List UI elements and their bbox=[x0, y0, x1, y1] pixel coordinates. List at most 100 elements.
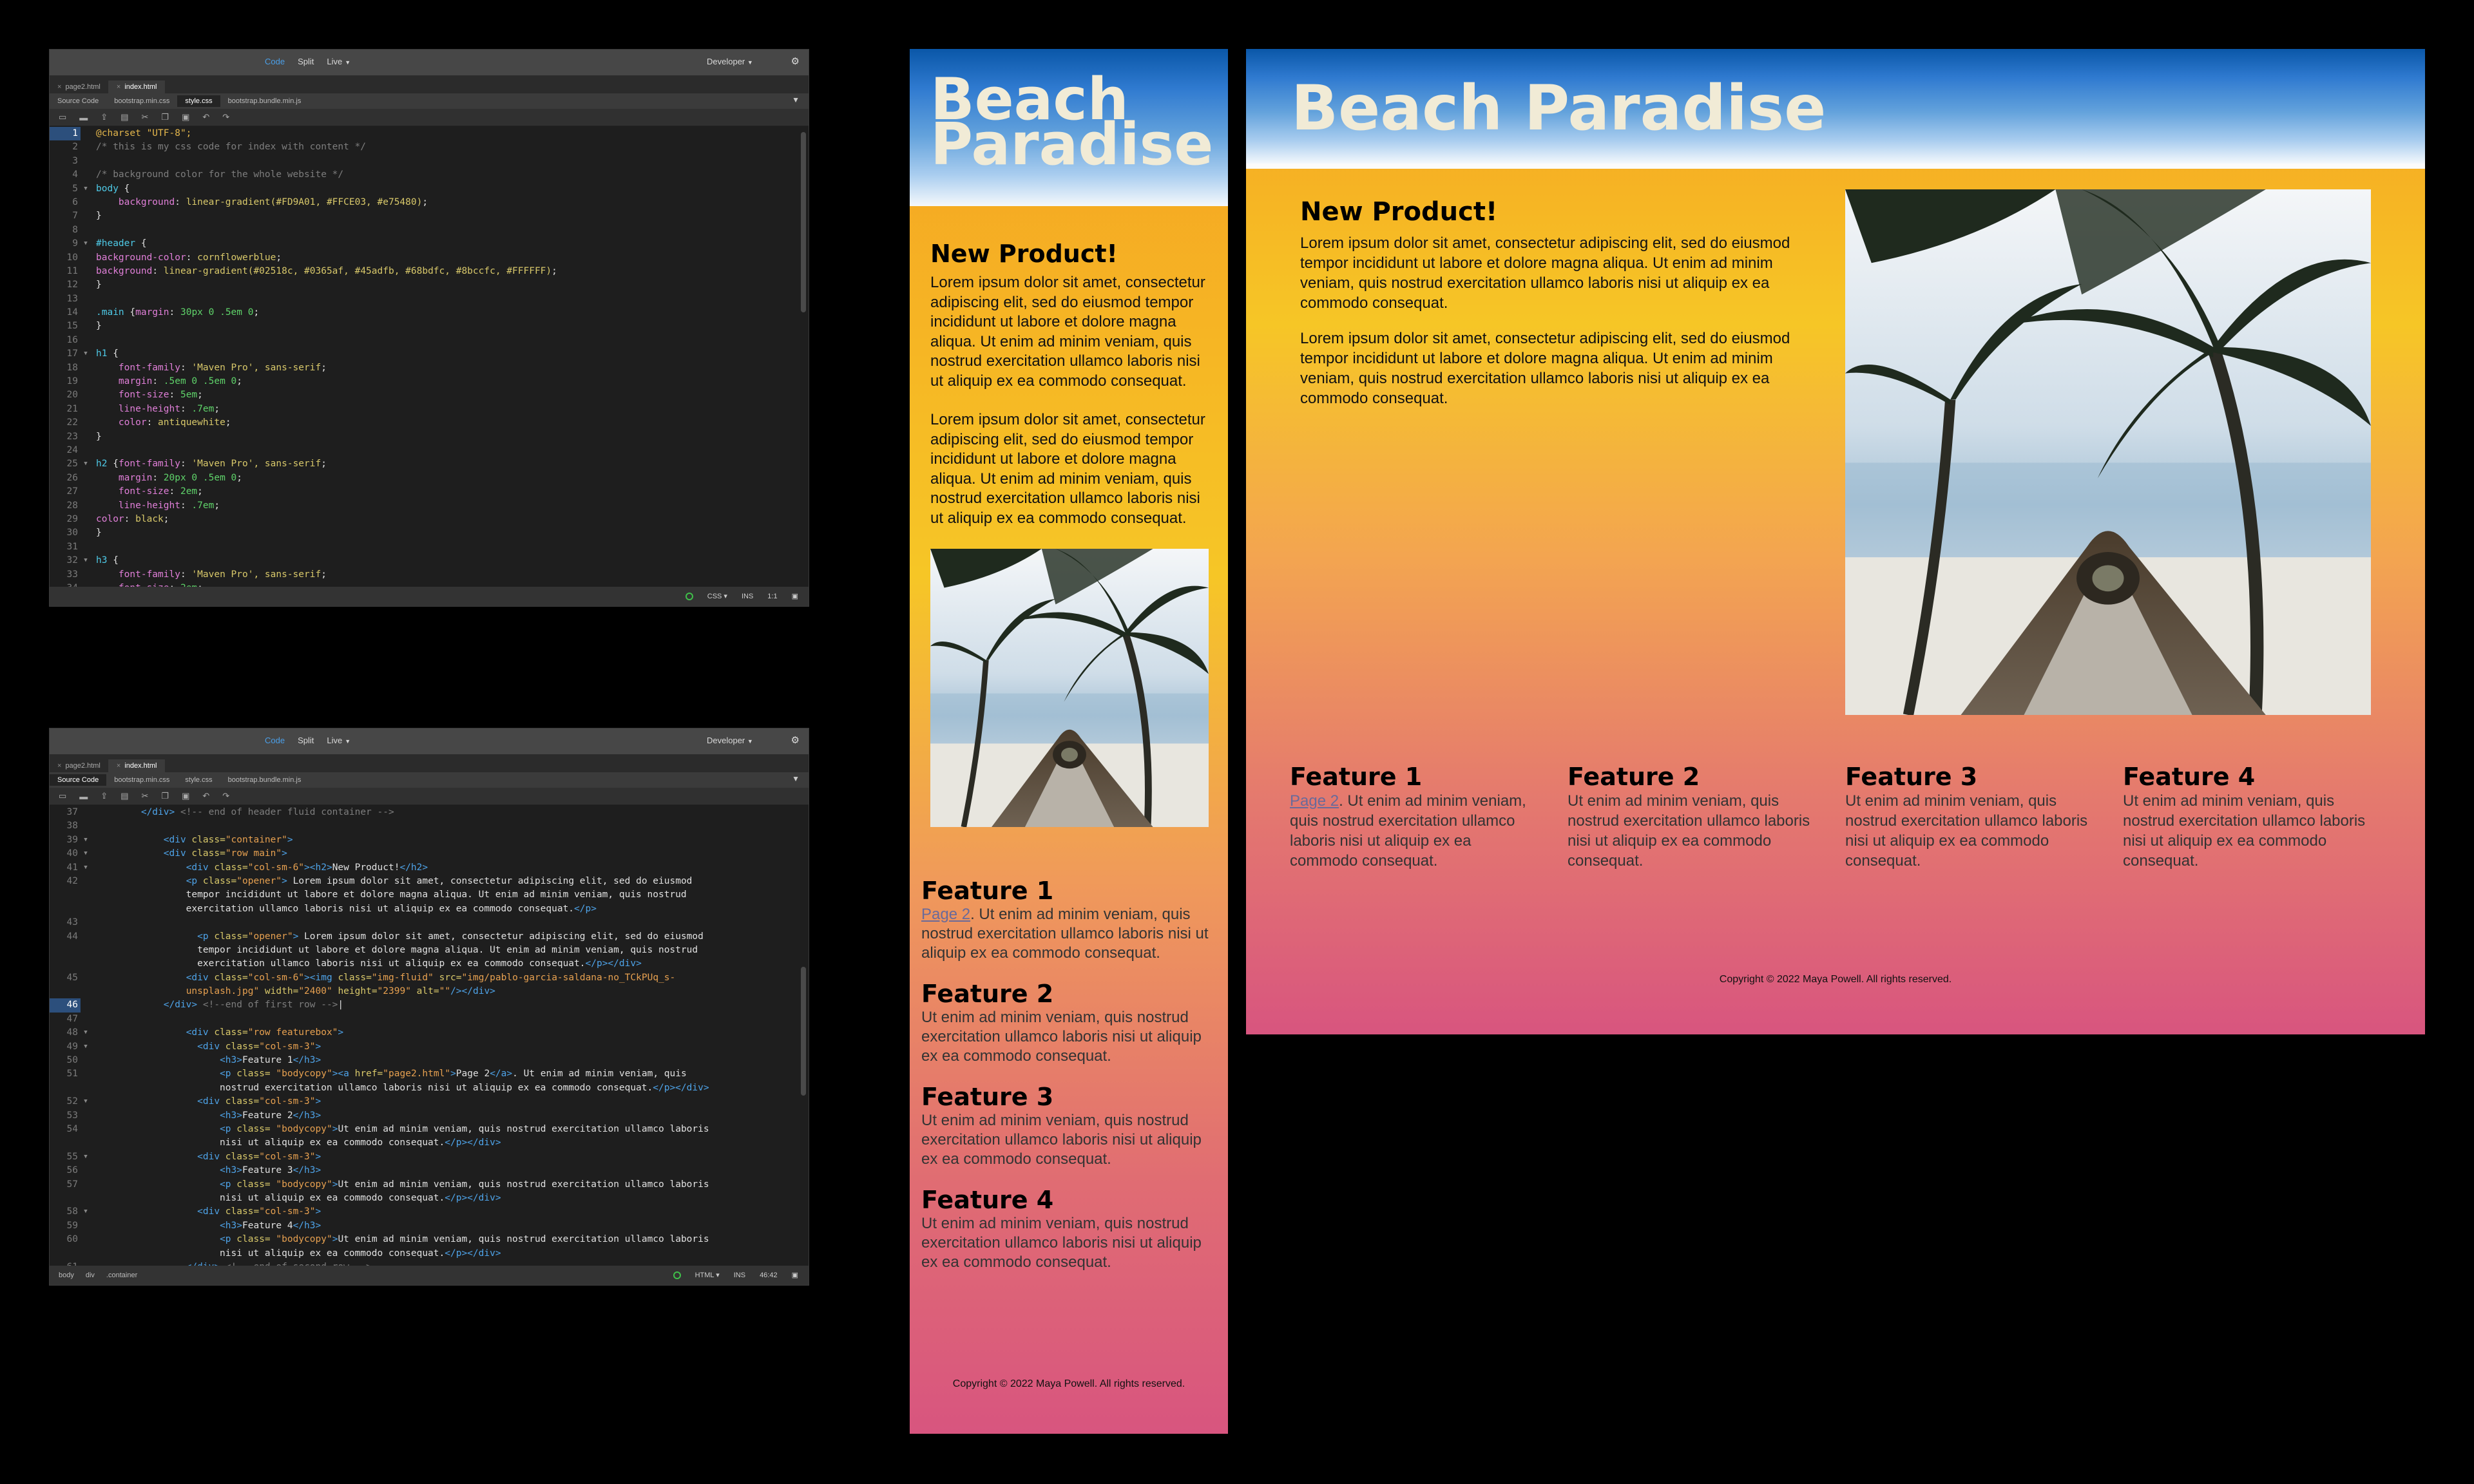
code-line[interactable]: 46 </div> <!--end of first row -->| bbox=[50, 998, 809, 1013]
code-line[interactable]: 4 /* background color for the whole websi… bbox=[50, 168, 809, 182]
code-line[interactable]: 7} bbox=[50, 209, 809, 223]
code-line[interactable]: 21 line-height: .7em; bbox=[50, 403, 809, 416]
code-line[interactable]: 49 ▼ <div class="col-sm-3"> bbox=[50, 1040, 809, 1054]
open-folder-icon[interactable]: ▬ bbox=[79, 113, 88, 122]
code-line[interactable]: 1 @charset "UTF-8"; bbox=[50, 127, 809, 141]
preview-icon[interactable]: ▣ bbox=[792, 592, 798, 600]
tag-selector-body[interactable]: body bbox=[59, 1271, 74, 1279]
code-line[interactable]: 61 </div> <!-- end of second row --> bbox=[50, 1260, 809, 1266]
live-view-button[interactable]: Live ▼ bbox=[327, 57, 350, 66]
fold-arrow-icon[interactable]: ▼ bbox=[81, 1095, 91, 1108]
code-view-button[interactable]: Code bbox=[265, 736, 285, 745]
copy-icon[interactable]: ❐ bbox=[161, 791, 169, 801]
code-line[interactable]: 2 /* this is my css code for index with c… bbox=[50, 140, 809, 154]
code-line[interactable]: 58 ▼ <div class="col-sm-3"> bbox=[50, 1205, 809, 1219]
code-line[interactable]: 3 bbox=[50, 155, 809, 168]
fold-arrow-icon[interactable]: ▼ bbox=[81, 1150, 91, 1164]
open-folder-icon[interactable]: ▬ bbox=[79, 792, 88, 801]
fold-arrow-icon[interactable]: ▼ bbox=[81, 861, 91, 875]
code-area[interactable]: 37 </div> <!-- end of header fluid conta… bbox=[50, 806, 809, 1266]
fold-arrow-icon[interactable]: ▼ bbox=[81, 833, 91, 847]
code-line[interactable]: 51 <p class= "bodycopy"><a href="page2.h… bbox=[50, 1067, 809, 1081]
fold-arrow-icon[interactable]: ▼ bbox=[81, 1040, 91, 1054]
code-line[interactable]: 12} bbox=[50, 278, 809, 292]
fold-arrow-icon[interactable]: ▼ bbox=[81, 457, 91, 471]
paste-icon[interactable]: ▣ bbox=[182, 791, 189, 801]
cut-icon[interactable]: ✂ bbox=[142, 791, 149, 801]
split-view-button[interactable]: Split bbox=[298, 57, 314, 66]
tab-page2[interactable]: × page2.html bbox=[50, 759, 109, 772]
code-line[interactable]: 45 <div class="col-sm-6"><img class="img… bbox=[50, 971, 809, 985]
upload-icon[interactable]: ⇪ bbox=[101, 112, 108, 122]
scrollbar[interactable] bbox=[801, 967, 806, 1096]
code-line[interactable]: nisi ut aliquip ex ea commodo consequat.… bbox=[50, 1136, 809, 1150]
split-view-button[interactable]: Split bbox=[298, 736, 314, 745]
related-file-style-css[interactable]: style.css bbox=[177, 774, 220, 786]
fold-arrow-icon[interactable]: ▼ bbox=[81, 1026, 91, 1040]
code-line[interactable]: 24 bbox=[50, 444, 809, 457]
code-line[interactable]: 50 <h3>Feature 1</h3> bbox=[50, 1054, 809, 1067]
fold-arrow-icon[interactable]: ▼ bbox=[81, 554, 91, 567]
code-line[interactable]: 59 <h3>Feature 4</h3> bbox=[50, 1219, 809, 1233]
preview-icon[interactable]: ▣ bbox=[792, 1271, 798, 1279]
related-file-bootstrap-css[interactable]: bootstrap.min.css bbox=[106, 95, 177, 107]
close-icon[interactable]: × bbox=[57, 762, 61, 770]
tag-selector-container[interactable]: .container bbox=[106, 1271, 137, 1279]
fold-arrow-icon[interactable]: ▼ bbox=[81, 347, 91, 361]
gear-icon[interactable]: ⚙ bbox=[791, 55, 800, 67]
language-selector[interactable]: CSS ▾ bbox=[707, 592, 727, 600]
filter-icon[interactable]: ▼ bbox=[792, 95, 800, 104]
code-line[interactable]: exercitation ullamco laboris nisi ut ali… bbox=[50, 957, 809, 971]
tag-selector-div[interactable]: div bbox=[86, 1271, 95, 1279]
code-line[interactable]: 54 <p class= "bodycopy">Ut enim ad minim… bbox=[50, 1123, 809, 1136]
related-file-style-css[interactable]: style.css bbox=[177, 95, 220, 107]
code-line[interactable]: 44 <p class="opener"> Lorem ipsum dolor … bbox=[50, 930, 809, 944]
redo-icon[interactable]: ↷ bbox=[222, 791, 229, 801]
code-line[interactable]: 29 color: black; bbox=[50, 513, 809, 526]
code-line[interactable]: 53 <h3>Feature 2</h3> bbox=[50, 1109, 809, 1123]
code-line[interactable]: 17 ▼ h1 { bbox=[50, 347, 809, 361]
code-line[interactable]: 56 <h3>Feature 3</h3> bbox=[50, 1164, 809, 1177]
gear-icon[interactable]: ⚙ bbox=[791, 734, 800, 746]
related-file-bootstrap-css[interactable]: bootstrap.min.css bbox=[106, 774, 177, 786]
code-line[interactable]: 18 font-family: 'Maven Pro', sans-serif; bbox=[50, 361, 809, 375]
new-file-icon[interactable]: ▭ bbox=[59, 112, 66, 122]
related-file-source-code[interactable]: Source Code bbox=[50, 95, 106, 107]
code-line[interactable]: 60 <p class= "bodycopy">Ut enim ad minim… bbox=[50, 1233, 809, 1246]
filter-icon[interactable]: ▼ bbox=[792, 774, 800, 783]
code-line[interactable]: 41 ▼ <div class="col-sm-6"><h2>New Produc… bbox=[50, 861, 809, 875]
code-line[interactable]: 33 font-family: 'Maven Pro', sans-serif; bbox=[50, 568, 809, 582]
related-file-bootstrap-js[interactable]: bootstrap.bundle.min.js bbox=[220, 95, 309, 107]
code-line[interactable]: 22 color: antiquewhite; bbox=[50, 416, 809, 430]
code-line[interactable]: 6 background: linear-gradient(#FD9A01, #… bbox=[50, 196, 809, 209]
code-line[interactable]: 48 ▼ <div class="row featurebox"> bbox=[50, 1026, 809, 1040]
page2-link[interactable]: Page 2 bbox=[1290, 792, 1339, 810]
tab-index[interactable]: × index.html bbox=[108, 759, 166, 772]
code-line[interactable]: nostrud exercitation ullamco laboris nis… bbox=[50, 1081, 809, 1095]
code-line[interactable]: 40 ▼ <div class="row main"> bbox=[50, 847, 809, 861]
code-line[interactable]: 19 margin: .5em 0 .5em 0; bbox=[50, 375, 809, 388]
code-line[interactable]: tempor incididunt ut labore et dolore ma… bbox=[50, 888, 809, 902]
fold-arrow-icon[interactable]: ▼ bbox=[81, 847, 91, 861]
cut-icon[interactable]: ✂ bbox=[142, 112, 149, 122]
code-line[interactable]: 30} bbox=[50, 526, 809, 540]
code-line[interactable]: unsplash.jpg" width="2400" height="2399"… bbox=[50, 985, 809, 998]
code-line[interactable]: 34 font-size: 2em; bbox=[50, 582, 809, 587]
code-line[interactable]: 8 bbox=[50, 224, 809, 237]
undo-icon[interactable]: ↶ bbox=[202, 112, 209, 122]
code-line[interactable]: 15} bbox=[50, 319, 809, 333]
code-line[interactable]: 43 bbox=[50, 916, 809, 929]
code-line[interactable]: tempor incididunt ut labore et dolore ma… bbox=[50, 944, 809, 957]
code-line[interactable]: 27 font-size: 2em; bbox=[50, 485, 809, 499]
code-line[interactable]: 13 bbox=[50, 292, 809, 306]
page2-link[interactable]: Page 2 bbox=[921, 906, 970, 923]
live-view-button[interactable]: Live ▼ bbox=[327, 736, 350, 745]
code-line[interactable]: 42 <p class="opener"> Lorem ipsum dolor … bbox=[50, 875, 809, 888]
code-line[interactable]: 37 </div> <!-- end of header fluid conta… bbox=[50, 806, 809, 819]
tab-page2[interactable]: × page2.html bbox=[50, 81, 109, 93]
fold-arrow-icon[interactable]: ▼ bbox=[81, 182, 91, 196]
print-icon[interactable]: ▤ bbox=[120, 791, 128, 801]
code-line[interactable]: nisi ut aliquip ex ea commodo consequat.… bbox=[50, 1247, 809, 1260]
new-file-icon[interactable]: ▭ bbox=[59, 791, 66, 801]
code-line[interactable]: 26 margin: 20px 0 .5em 0; bbox=[50, 471, 809, 485]
